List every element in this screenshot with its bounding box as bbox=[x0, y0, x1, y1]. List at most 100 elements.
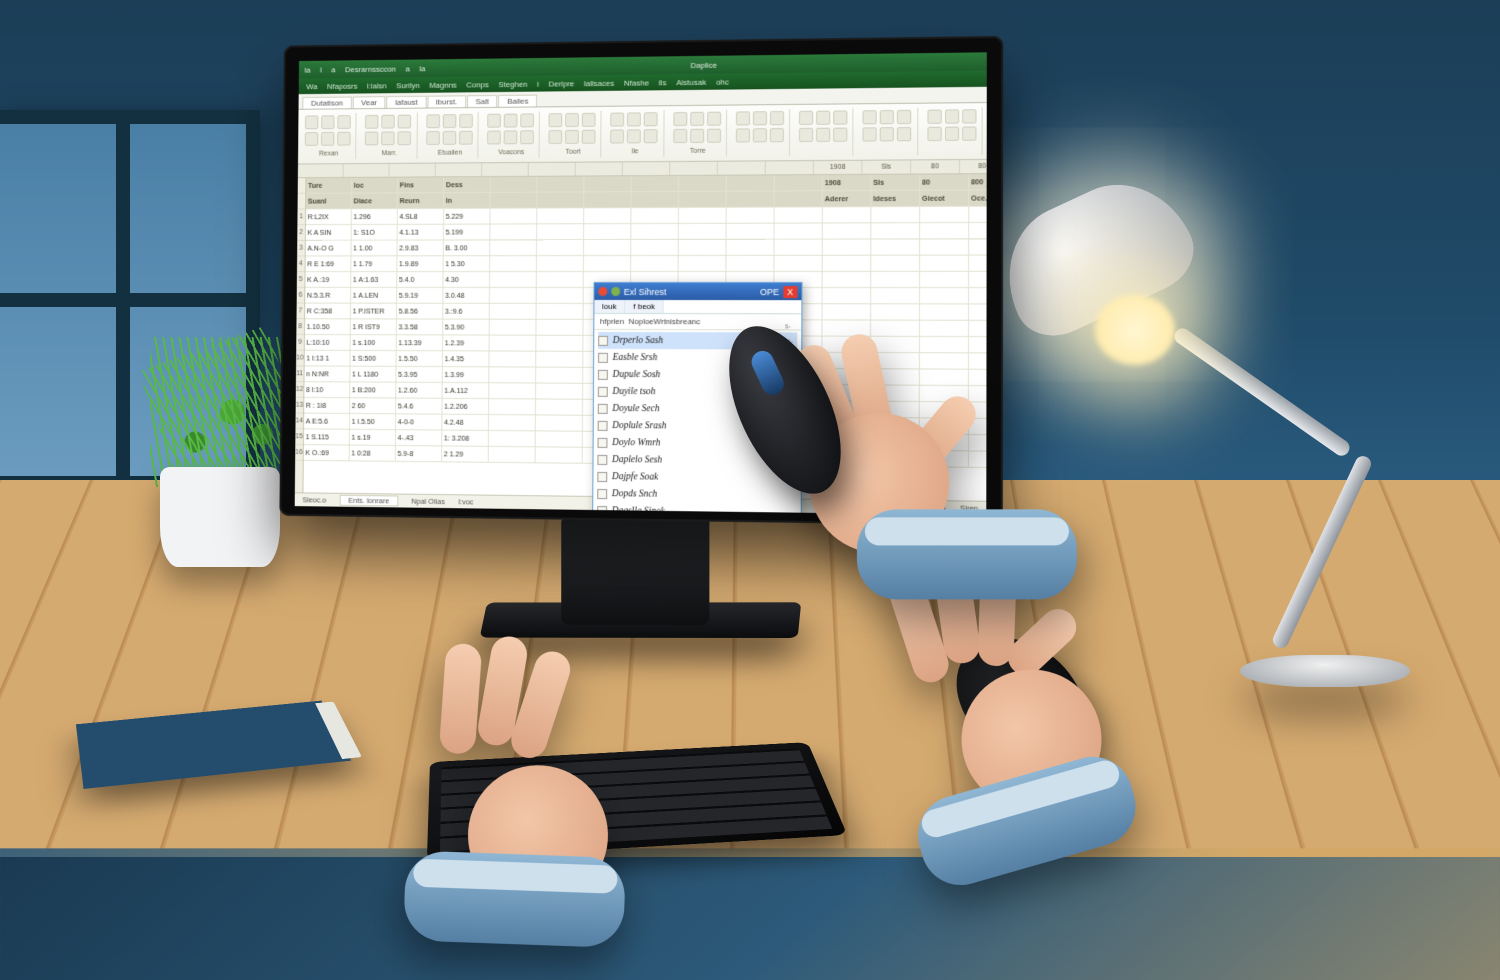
data-cell[interactable]: 4.30 bbox=[443, 272, 490, 288]
column-header[interactable] bbox=[389, 164, 435, 177]
ribbon-button-icon[interactable] bbox=[365, 115, 379, 129]
data-cell[interactable]: 1 1.79 bbox=[351, 256, 397, 272]
data-cell[interactable]: 4-0-0 bbox=[396, 414, 442, 430]
titlebar-item[interactable]: l bbox=[320, 65, 322, 74]
titlebar-item[interactable]: a bbox=[406, 64, 410, 73]
header-cell[interactable] bbox=[490, 193, 537, 209]
ribbon-tab[interactable]: lafaust bbox=[386, 96, 426, 108]
data-cell[interactable] bbox=[726, 224, 774, 240]
ribbon-button-icon[interactable] bbox=[927, 127, 941, 141]
data-cell[interactable]: 5.9-8 bbox=[396, 446, 442, 462]
data-cell[interactable] bbox=[489, 383, 536, 399]
data-cell[interactable]: 1 s.100 bbox=[350, 335, 396, 351]
sheet-tab[interactable]: Ents. lonrare bbox=[340, 495, 398, 507]
data-cell[interactable]: 5.229 bbox=[444, 209, 491, 225]
titlebar-item[interactable]: Desrarnssccon bbox=[345, 64, 396, 73]
menu-item[interactable]: Wa bbox=[306, 82, 317, 91]
data-cell[interactable]: 1 s.19 bbox=[350, 430, 396, 446]
data-cell[interactable] bbox=[536, 320, 583, 336]
ribbon-button-icon[interactable] bbox=[833, 110, 847, 124]
data-cell[interactable]: 1: 3.208 bbox=[442, 431, 489, 447]
data-cell[interactable] bbox=[822, 256, 871, 272]
column-header[interactable] bbox=[623, 162, 670, 175]
data-cell[interactable] bbox=[871, 207, 920, 223]
data-cell[interactable] bbox=[969, 256, 987, 272]
header-cell[interactable]: Dlace bbox=[352, 193, 398, 209]
dialog-tabs[interactable]: loukf beok bbox=[594, 300, 801, 314]
ribbon-button-icon[interactable] bbox=[833, 128, 847, 142]
data-cell[interactable]: 8 I:10 bbox=[304, 382, 350, 398]
ribbon-button-icon[interactable] bbox=[944, 109, 958, 123]
ribbon-button-icon[interactable] bbox=[644, 112, 658, 126]
data-cell[interactable] bbox=[823, 207, 872, 223]
ribbon-button-icon[interactable] bbox=[753, 128, 767, 142]
menu-item[interactable]: Aistusak bbox=[676, 77, 706, 86]
data-cell[interactable] bbox=[536, 352, 583, 368]
data-cell[interactable] bbox=[631, 208, 679, 224]
data-cell[interactable]: 1 R IST9 bbox=[351, 319, 397, 335]
data-cell[interactable]: R C:358 bbox=[305, 304, 351, 320]
header-cell[interactable] bbox=[631, 192, 679, 208]
data-cell[interactable] bbox=[489, 336, 536, 352]
data-cell[interactable] bbox=[584, 224, 631, 240]
data-cell[interactable]: 2 60 bbox=[350, 398, 396, 414]
data-cell[interactable]: 1.3.99 bbox=[443, 367, 490, 383]
ribbon-button-icon[interactable] bbox=[627, 112, 641, 126]
ribbon-button-icon[interactable] bbox=[962, 126, 976, 140]
header-cell[interactable]: Suanl bbox=[306, 194, 352, 210]
ribbon-button-icon[interactable] bbox=[770, 128, 784, 142]
data-cell[interactable] bbox=[537, 272, 584, 288]
data-cell[interactable]: 1.2.60 bbox=[396, 383, 442, 399]
data-cell[interactable] bbox=[489, 367, 536, 383]
data-cell[interactable] bbox=[488, 447, 535, 463]
ribbon-button-icon[interactable] bbox=[504, 114, 518, 128]
data-cell[interactable]: A E:5.6 bbox=[304, 414, 350, 430]
ribbon-button-icon[interactable] bbox=[707, 112, 721, 126]
ribbon-button-icon[interactable] bbox=[644, 129, 658, 143]
data-cell[interactable] bbox=[969, 337, 987, 354]
data-cell[interactable]: K O.:69 bbox=[304, 445, 350, 461]
header-cell[interactable]: Giecot bbox=[920, 190, 969, 206]
menu-item[interactable]: Surilyn bbox=[396, 81, 420, 90]
data-cell[interactable] bbox=[969, 304, 987, 320]
ribbon-button-icon[interactable] bbox=[337, 115, 350, 129]
data-cell[interactable]: K A SIN bbox=[306, 225, 352, 241]
data-cell[interactable]: 3.3.58 bbox=[397, 319, 443, 335]
data-cell[interactable] bbox=[490, 272, 537, 288]
data-cell[interactable]: 3.0.48 bbox=[443, 288, 490, 304]
data-cell[interactable] bbox=[584, 208, 631, 224]
menu-item[interactable]: l:lalsn bbox=[367, 81, 387, 90]
column-header[interactable] bbox=[298, 164, 344, 177]
data-cell[interactable] bbox=[537, 256, 584, 272]
ribbon-button-icon[interactable] bbox=[863, 127, 877, 141]
column-header[interactable] bbox=[529, 163, 576, 176]
data-cell[interactable] bbox=[774, 256, 822, 272]
data-cell[interactable]: 5.4.0 bbox=[397, 272, 443, 288]
header-cell[interactable] bbox=[774, 175, 822, 191]
ribbon-button-icon[interactable] bbox=[897, 127, 911, 141]
table-row[interactable]: R:L2IX1.2964.SL85.229 bbox=[306, 206, 987, 225]
menu-item[interactable]: ohc bbox=[716, 77, 729, 86]
data-cell[interactable] bbox=[535, 447, 582, 463]
data-cell[interactable] bbox=[920, 207, 969, 223]
ribbon-button-icon[interactable] bbox=[398, 131, 412, 145]
data-cell[interactable] bbox=[969, 239, 987, 255]
ribbon-button-icon[interactable] bbox=[459, 131, 473, 145]
ribbon-button-icon[interactable] bbox=[962, 109, 976, 123]
data-cell[interactable] bbox=[678, 240, 726, 256]
ribbon-button-icon[interactable] bbox=[549, 113, 563, 127]
data-cell[interactable]: 1.A.112 bbox=[442, 383, 489, 399]
header-cell[interactable]: Oce. bbox=[969, 190, 987, 207]
data-cell[interactable]: N.5.3.R bbox=[305, 288, 351, 304]
data-cell[interactable] bbox=[871, 288, 920, 304]
ribbon-button-icon[interactable] bbox=[582, 130, 596, 144]
data-cell[interactable]: 1.4.35 bbox=[443, 351, 490, 367]
data-cell[interactable] bbox=[679, 208, 727, 224]
data-cell[interactable] bbox=[726, 256, 774, 272]
data-cell[interactable]: 5.8.56 bbox=[397, 304, 443, 320]
data-cell[interactable] bbox=[920, 256, 969, 272]
data-cell[interactable]: 1 5.30 bbox=[443, 256, 490, 272]
data-cell[interactable] bbox=[584, 256, 631, 272]
column-header[interactable]: 80 bbox=[911, 160, 960, 173]
data-cell[interactable] bbox=[490, 209, 537, 225]
